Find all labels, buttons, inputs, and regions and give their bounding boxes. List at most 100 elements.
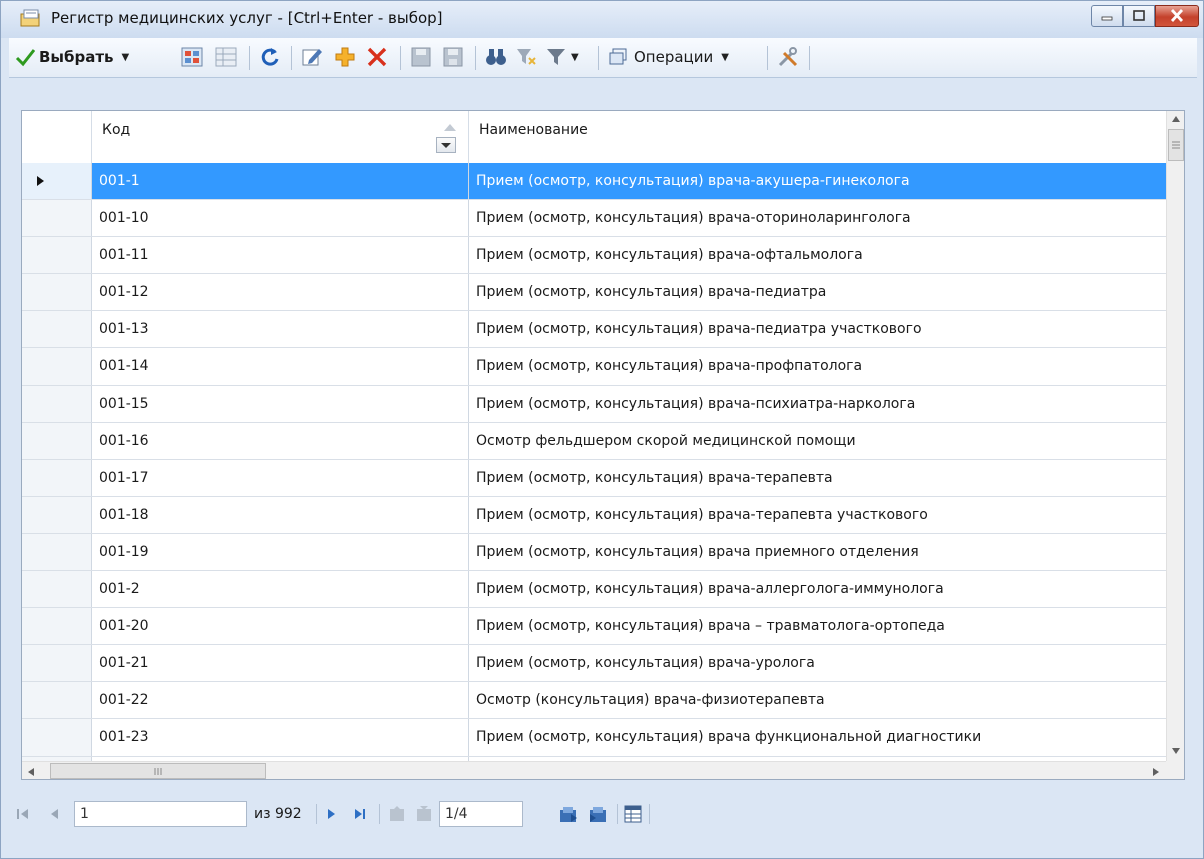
- cell-name[interactable]: Прием (осмотр, консультация) врача-психи…: [469, 386, 1166, 422]
- cell-code[interactable]: 001-17: [92, 459, 469, 496]
- table-row[interactable]: 001-13 Прием (осмотр, консультация) врача…: [22, 311, 1166, 349]
- cell-name[interactable]: Прием (осмотр, консультация) врача-профп…: [469, 348, 1166, 384]
- row-indicator[interactable]: [22, 645, 92, 682]
- scroll-up-icon[interactable]: [1171, 115, 1181, 123]
- chevron-down-icon[interactable]: ▼: [571, 52, 579, 63]
- save-button[interactable]: [410, 43, 432, 71]
- delete-button[interactable]: [366, 43, 388, 71]
- cell-code[interactable]: 001-2: [92, 571, 469, 608]
- page-input[interactable]: 1/4: [439, 801, 523, 827]
- filter-clear-button[interactable]: [515, 43, 537, 71]
- grid-button[interactable]: [215, 43, 237, 71]
- row-indicator[interactable]: [22, 533, 92, 571]
- cell-name[interactable]: Осмотр (консультация) врача-физиотерапев…: [469, 682, 1166, 718]
- cell-code[interactable]: 001-22: [92, 682, 469, 719]
- cell-name[interactable]: Прием (осмотр, консультация) врача – тра…: [469, 608, 1166, 644]
- record-position-input[interactable]: 1: [74, 801, 247, 827]
- prev-record-button[interactable]: [47, 801, 63, 827]
- scroll-right-icon[interactable]: [1152, 767, 1160, 777]
- cell-code[interactable]: 001-10: [92, 200, 469, 237]
- table-row[interactable]: 001-17 Прием (осмотр, консультация) врача…: [22, 459, 1166, 497]
- next-record-button[interactable]: [324, 801, 340, 827]
- cell-code[interactable]: 001-13: [92, 311, 469, 348]
- minimize-button[interactable]: [1091, 5, 1123, 27]
- table-row[interactable]: 001-20 Прием (осмотр, консультация) врача…: [22, 608, 1166, 646]
- edit-button[interactable]: [301, 43, 323, 71]
- filter-button[interactable]: ▼: [545, 43, 579, 71]
- scroll-left-icon[interactable]: [27, 767, 35, 777]
- table-row[interactable]: 001-16 Осмотр фельдшером скорой медицинск…: [22, 422, 1166, 460]
- scroll-down-icon[interactable]: [1171, 747, 1181, 755]
- last-record-button[interactable]: [352, 801, 368, 827]
- table-row[interactable]: 001-12 Прием (осмотр, консультация) врача…: [22, 274, 1166, 312]
- row-indicator[interactable]: [22, 571, 92, 608]
- cell-name[interactable]: Прием (осмотр, консультация) врача прием…: [469, 534, 1166, 570]
- row-indicator[interactable]: [22, 719, 92, 756]
- grid-color-button[interactable]: [181, 43, 203, 71]
- row-indicator[interactable]: [22, 163, 92, 200]
- cell-name[interactable]: Прием (осмотр, консультация) врача-офтал…: [469, 237, 1166, 273]
- cell-name[interactable]: Прием (осмотр, консультация) врача-педиа…: [469, 274, 1166, 310]
- cell-name[interactable]: Прием (осмотр, консультация) врача-терап…: [469, 497, 1166, 533]
- add-button[interactable]: [334, 43, 356, 71]
- row-indicator[interactable]: [22, 200, 92, 237]
- row-indicator[interactable]: [22, 459, 92, 496]
- nav-action-button-1[interactable]: [387, 801, 407, 827]
- table-row[interactable]: 001-2 Прием (осмотр, консультация) врача-…: [22, 571, 1166, 609]
- column-header-code[interactable]: Код: [92, 111, 469, 163]
- cell-name[interactable]: Прием (осмотр, консультация) врача-уроло…: [469, 645, 1166, 681]
- chevron-down-icon[interactable]: ▼: [721, 52, 729, 63]
- select-button[interactable]: Выбрать ▼: [15, 43, 129, 71]
- cell-code[interactable]: 001-11: [92, 237, 469, 274]
- operations-button[interactable]: Операции ▼: [608, 43, 729, 71]
- first-record-button[interactable]: [15, 801, 31, 827]
- find-button[interactable]: [485, 43, 507, 71]
- cell-code[interactable]: 001-1: [92, 163, 469, 200]
- row-indicator[interactable]: [22, 311, 92, 348]
- row-indicator[interactable]: [22, 274, 92, 311]
- cell-name[interactable]: Прием (осмотр, консультация) врача-аллер…: [469, 571, 1166, 607]
- nav-action-button-3[interactable]: [557, 801, 581, 827]
- horizontal-scroll-thumb[interactable]: [50, 763, 266, 779]
- table-row[interactable]: 001-11 Прием (осмотр, консультация) врача…: [22, 237, 1166, 275]
- row-indicator[interactable]: [22, 348, 92, 385]
- row-indicator[interactable]: [22, 422, 92, 459]
- tools-button[interactable]: [777, 43, 799, 71]
- refresh-button[interactable]: [259, 43, 281, 71]
- table-row[interactable]: 001-18 Прием (осмотр, консультация) врача…: [22, 496, 1166, 534]
- cell-name[interactable]: Прием (осмотр, консультация) врача-терап…: [469, 460, 1166, 496]
- table-row[interactable]: 001-22 Осмотр (консультация) врача-физиот…: [22, 682, 1166, 720]
- row-indicator[interactable]: [22, 496, 92, 533]
- column-header-name[interactable]: Наименование: [469, 111, 1166, 163]
- cell-code[interactable]: 001-21: [92, 645, 469, 682]
- table-row[interactable]: 001-19 Прием (осмотр, консультация) врача…: [22, 533, 1166, 572]
- cell-code[interactable]: 001-23: [92, 719, 469, 756]
- table-row[interactable]: 001-21 Прием (осмотр, консультация) врача…: [22, 645, 1166, 683]
- table-row[interactable]: 001-15 Прием (осмотр, консультация) врача…: [22, 385, 1166, 423]
- row-indicator[interactable]: [22, 385, 92, 422]
- cell-code[interactable]: 001-16: [92, 422, 469, 459]
- row-indicator[interactable]: [22, 237, 92, 274]
- cell-code[interactable]: 001-19: [92, 533, 469, 571]
- nav-action-button-4[interactable]: [587, 801, 611, 827]
- cell-code[interactable]: 001-20: [92, 608, 469, 645]
- vertical-scroll-thumb[interactable]: [1168, 129, 1184, 161]
- cell-code[interactable]: 001-12: [92, 274, 469, 311]
- cell-name[interactable]: Прием (осмотр, консультация) врача функц…: [469, 719, 1166, 755]
- cell-code[interactable]: 001-18: [92, 496, 469, 533]
- row-indicator[interactable]: [22, 682, 92, 719]
- nav-action-button-2[interactable]: [414, 801, 434, 827]
- chevron-down-icon[interactable]: ▼: [122, 52, 130, 63]
- cell-name[interactable]: Прием (осмотр, консультация) врача-отори…: [469, 200, 1166, 236]
- horizontal-scrollbar[interactable]: [22, 761, 1166, 779]
- title-bar[interactable]: Регистр медицинских услуг - [Ctrl+Enter …: [1, 1, 1203, 38]
- cell-code[interactable]: 001-14: [92, 348, 469, 385]
- table-view-button[interactable]: [623, 801, 643, 827]
- cell-name[interactable]: Прием (осмотр, консультация) врача-педиа…: [469, 311, 1166, 347]
- cell-name[interactable]: Прием (осмотр, консультация) врача-акуше…: [469, 163, 1166, 200]
- maximize-button[interactable]: [1123, 5, 1155, 27]
- close-button[interactable]: [1155, 5, 1199, 27]
- table-row[interactable]: 001-23 Прием (осмотр, консультация) врача…: [22, 719, 1166, 757]
- row-indicator[interactable]: [22, 608, 92, 645]
- cell-name[interactable]: Осмотр фельдшером скорой медицинской пом…: [469, 423, 1166, 459]
